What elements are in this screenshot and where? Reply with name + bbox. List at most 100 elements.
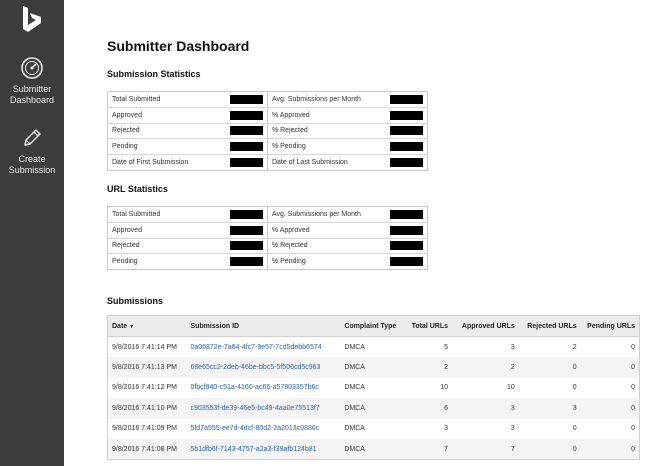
column-header-submission-id[interactable]: Submission ID	[186, 315, 341, 337]
stat-value-redacted	[225, 107, 268, 124]
cell-submission-id: 68e65cc2-2deb-46be-bbc5-5f506cd5c963	[186, 357, 341, 378]
cell-date: 9/8/2016 7:41:14 PM	[112, 343, 177, 351]
stat-label: % Pending	[271, 258, 306, 266]
cell-total-urls: 2	[406, 357, 452, 378]
cell-approved-urls: 3	[510, 343, 515, 351]
cell-pending-urls: 0	[580, 398, 640, 419]
cell-date: 9/8/2016 7:41:10 PM	[107, 398, 187, 419]
sidebar-item-create-submission[interactable]: Create Submission	[0, 126, 64, 176]
submission-id-link[interactable]: 5b1dfb6f-7143-4757-a2a3-f39afb124b81	[190, 446, 316, 453]
table-row: 9/8/2016 7:41:13 PM 68e65cc2-2deb-46be-b…	[107, 357, 640, 378]
stat-value-redacted	[386, 254, 428, 270]
submissions-title: Submissions	[107, 296, 164, 306]
stat-value-redacted	[225, 222, 268, 239]
cell-total-urls: 5	[444, 343, 448, 351]
bing-logo-icon[interactable]	[21, 5, 43, 33]
cell-complaint-type: DMCA	[340, 398, 407, 419]
stat-value-redacted	[386, 155, 428, 171]
cell-submission-id: c903553f-de39-46e5-bc49-4aa0e75513f7	[186, 398, 341, 419]
stat-label: Total Submitted	[107, 91, 226, 108]
stat-value-redacted	[385, 138, 428, 156]
stat-label: Rejected	[107, 123, 226, 140]
submission-id-link[interactable]: 68e65cc2-2deb-46be-bbc5-5f506cd5c963	[190, 364, 320, 371]
cell-pending-urls: 0	[631, 343, 635, 351]
column-header-complaint-type[interactable]: Complaint Type	[340, 315, 407, 337]
table-row: 9/8/2016 7:41:09 PM 5fd7a555-ee7d-4dcf-8…	[108, 419, 640, 440]
stat-label: Date of Last Submission	[271, 159, 348, 167]
stat-value-redacted	[385, 107, 428, 124]
cell-date: 9/8/2016 7:41:12 PM	[112, 384, 177, 392]
stat-value-redacted	[225, 206, 268, 223]
cell-rejected-urls: 0	[518, 439, 581, 460]
stat-label: Rejected	[107, 238, 226, 255]
cell-date: 9/8/2016 7:41:08 PM	[107, 439, 187, 460]
cell-complaint-type: DMCA	[340, 357, 407, 378]
cell-complaint-type: DMCA	[344, 425, 365, 433]
stat-row: Rejected % Rejected	[107, 238, 428, 255]
sidebar-item-label: Dashboard	[9, 95, 55, 105]
submission-id-link[interactable]: c903553f-de39-46e5-bc49-4aa0e75513f7	[190, 405, 319, 412]
cell-approved-urls: 10	[507, 384, 515, 392]
stat-row: Total Submitted Avg. Submissions per Mon…	[107, 206, 428, 223]
sidebar: Submitter Dashboard Create Submission	[0, 0, 64, 466]
stat-value-redacted	[385, 123, 428, 140]
stat-label: Pending	[107, 138, 226, 156]
stat-value-redacted	[385, 206, 428, 223]
url-statistics-title: URL Statistics	[107, 184, 168, 194]
sidebar-item-label: Submitter	[12, 84, 52, 94]
stat-label: % Rejected	[267, 238, 386, 255]
cell-approved-urls: 7	[452, 439, 519, 460]
sidebar-item-submitter-dashboard[interactable]: Submitter Dashboard	[0, 56, 64, 106]
table-row: 9/8/2016 7:41:10 PM c903553f-de39-46e5-b…	[107, 398, 640, 419]
cell-total-urls: 10	[440, 384, 448, 392]
cell-total-urls: 7	[406, 439, 452, 460]
stat-row: Pending % Pending	[108, 253, 428, 270]
stat-label: Total Submitted	[107, 206, 226, 223]
gauge-icon	[21, 57, 43, 79]
stat-row: Pending % Pending	[107, 138, 428, 156]
stat-value-redacted	[385, 222, 428, 239]
stat-label: Approved	[107, 222, 226, 239]
stat-value-redacted	[225, 91, 268, 108]
table-row: 9/8/2016 7:41:08 PM 5b1dfb6f-7143-4757-a…	[107, 439, 640, 460]
stat-label: Pending	[112, 258, 138, 266]
cell-total-urls: 6	[406, 398, 452, 419]
submission-id-link[interactable]: 0fbcf940-c51a-4160-ac66-a57803357b6c	[190, 384, 318, 391]
column-header-date[interactable]: Date ▼	[107, 315, 187, 337]
cell-submission-id: 5fd7a555-ee7d-4dcf-80d2-2a2013c0886c	[186, 419, 340, 440]
stat-row: Approved % Approved	[107, 222, 428, 239]
submission-id-link[interactable]: 5fd7a555-ee7d-4dcf-80d2-2a2013c0886c	[190, 425, 319, 432]
sidebar-item-label: Submission	[8, 165, 56, 175]
stat-row: Total Submitted Avg. Submissions per Mon…	[107, 91, 428, 108]
stat-label: % Rejected	[267, 123, 386, 140]
cell-complaint-type: DMCA	[340, 439, 407, 460]
column-header-approved-urls[interactable]: Approved URLs	[452, 315, 519, 337]
table-row: 9/8/2016 7:41:12 PM 0fbcf940-c51a-4160-a…	[108, 378, 640, 399]
stat-label: % Approved	[267, 222, 386, 239]
cell-rejected-urls: 0	[518, 357, 581, 378]
stat-label: Approved	[107, 107, 226, 124]
stat-label: Avg. Submissions per Month	[267, 91, 386, 108]
url-statistics-table: Total Submitted Avg. Submissions per Mon…	[107, 206, 428, 271]
cell-submission-id: 0fbcf940-c51a-4160-ac66-a57803357b6c	[186, 378, 340, 399]
main-content: Submitter Dashboard Submission Statistic…	[64, 0, 650, 466]
stat-row: Date of First Submission Date of Last Su…	[108, 154, 428, 171]
stat-value-redacted	[225, 154, 268, 171]
submission-id-link[interactable]: 0a06872e-7a84-4fc7-9e57-7cd5debb6574	[190, 344, 321, 351]
cell-submission-id: 0a06872e-7a84-4fc7-9e57-7cd5debb6574	[186, 337, 340, 358]
cell-date: 9/8/2016 7:41:13 PM	[107, 357, 187, 378]
cell-total-urls: 3	[444, 425, 448, 433]
page-title: Submitter Dashboard	[107, 38, 250, 54]
cell-rejected-urls: 3	[518, 398, 581, 419]
column-header-total-urls[interactable]: Total URLs	[406, 315, 452, 337]
column-header-rejected-urls[interactable]: Rejected URLs	[518, 315, 581, 337]
cell-date: 9/8/2016 7:41:09 PM	[112, 425, 177, 433]
column-header-pending-urls[interactable]: Pending URLs	[580, 315, 640, 337]
stat-row: Approved % Approved	[107, 107, 428, 124]
cell-rejected-urls: 2	[572, 343, 577, 351]
cell-pending-urls: 0	[580, 439, 640, 460]
stat-value-redacted	[385, 91, 428, 108]
stat-label: % Approved	[267, 107, 386, 124]
stat-value-redacted	[225, 238, 268, 255]
cell-pending-urls: 0	[631, 384, 635, 392]
